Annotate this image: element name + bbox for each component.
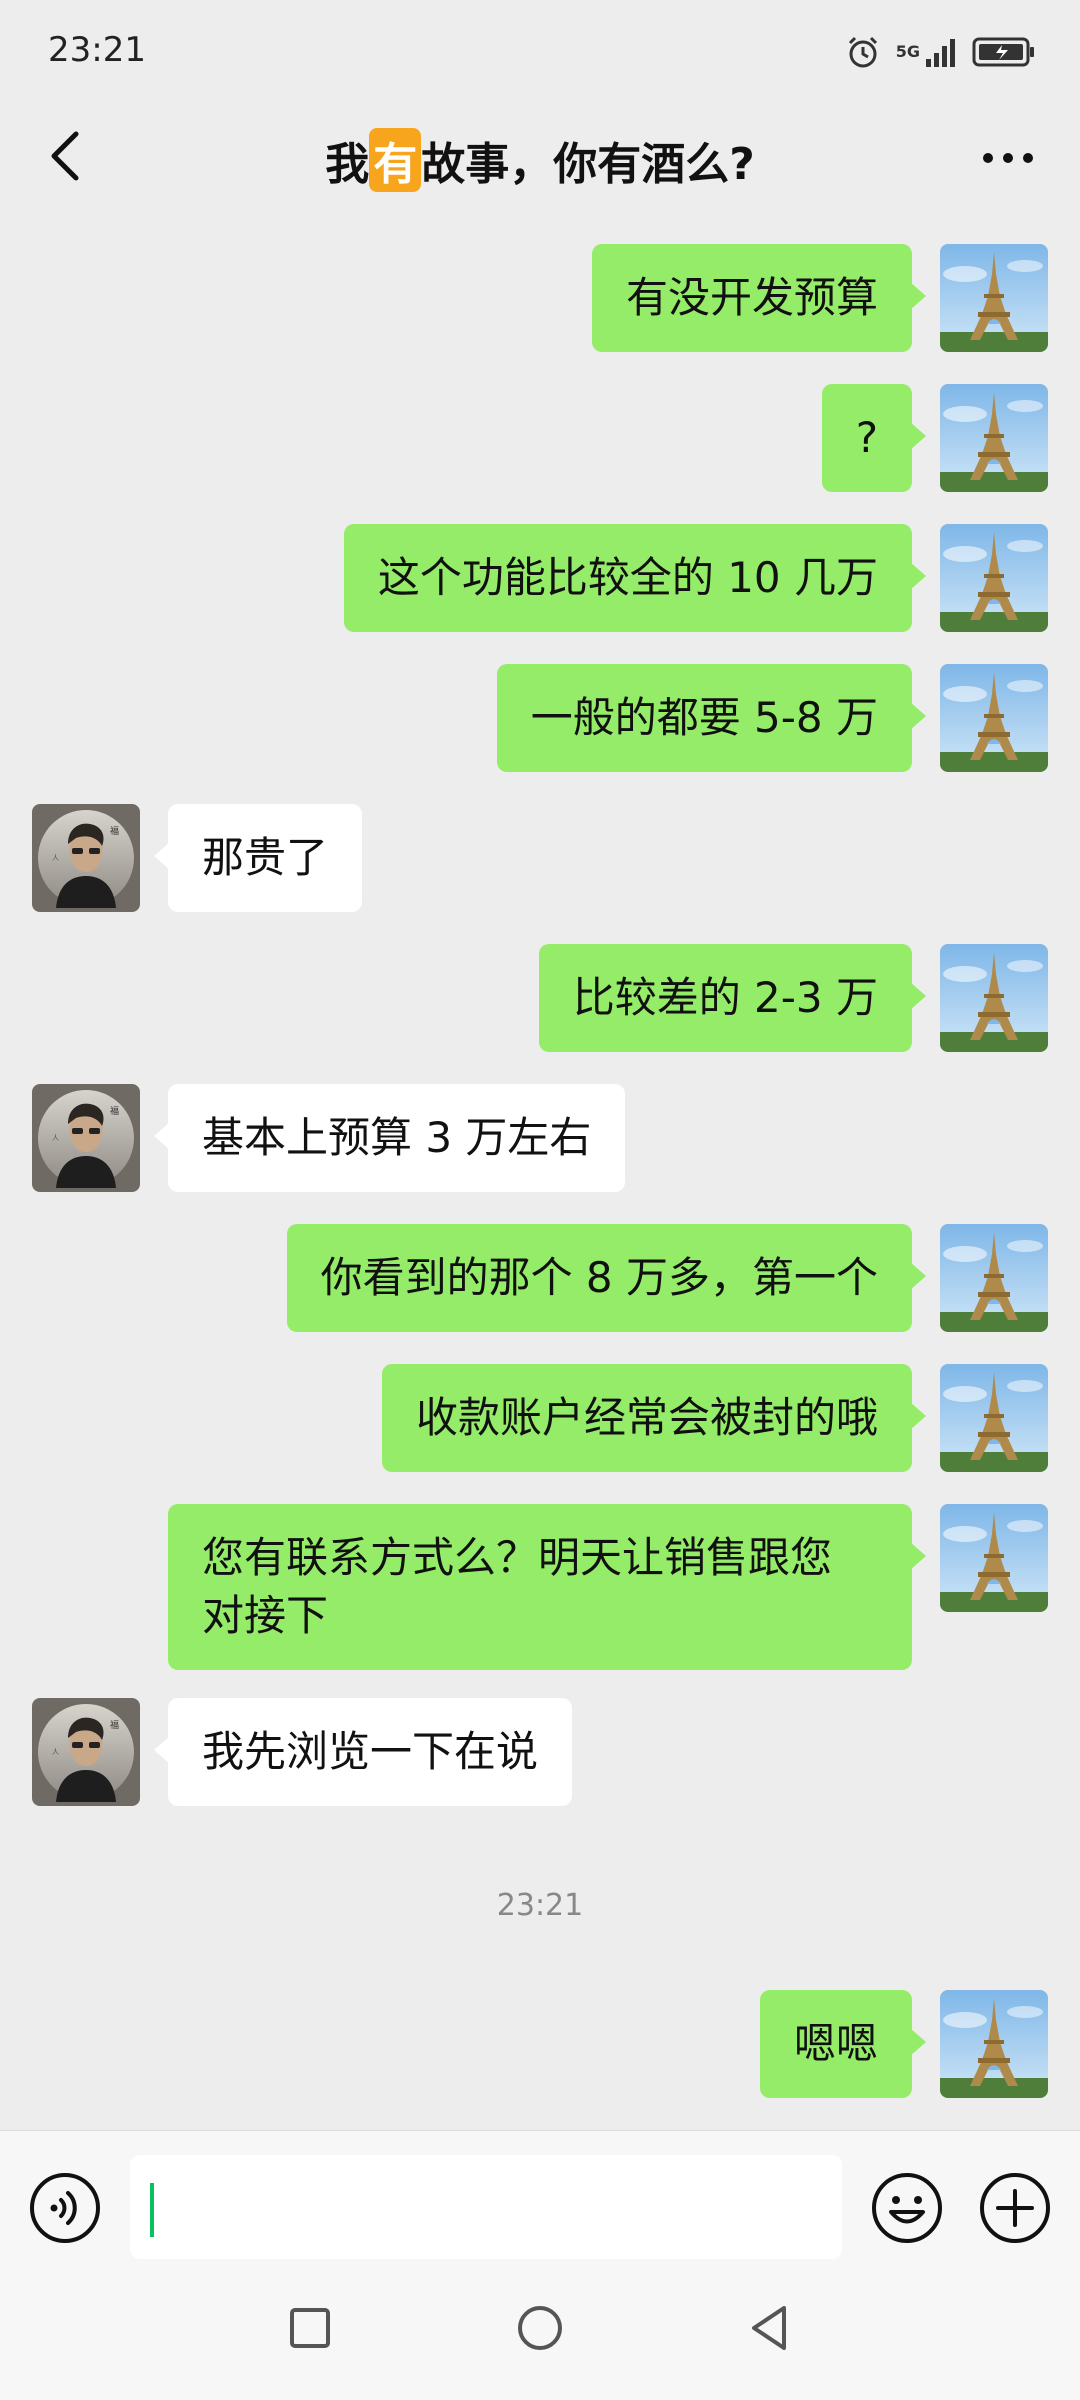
triangle-back-icon [752,2306,786,2350]
message-bubble-self[interactable]: 一般的都要 5-8 万 [496,664,927,772]
chat-title: 我有故事，你有酒么? [0,128,1080,192]
message-bubble-self[interactable]: 您有联系方式么？明天让销售跟您 对接下 [168,1504,926,1670]
network-type-label: 5G [895,42,920,61]
plus-icon [980,2173,1050,2243]
avatar-self[interactable] [940,1364,1048,1472]
alarm-icon [844,33,882,71]
message-bubble-contact[interactable]: 我先浏览一下在说 [153,1698,573,1806]
avatar-self[interactable] [940,1224,1048,1332]
message-bubble-self[interactable]: 收款账户经常会被封的哦 [381,1364,927,1472]
more-button[interactable] [976,130,1040,186]
emoji-icon [872,2173,942,2243]
chat-title-prefix: 我 [325,139,370,190]
input-bar [0,2130,1080,2270]
avatar-self[interactable] [940,944,1048,1052]
avatar-self[interactable] [940,244,1048,352]
message-input[interactable] [130,2155,842,2259]
emoji-button[interactable] [870,2171,944,2249]
avatar-contact[interactable] [32,1698,140,1806]
chat-title-suffix: 故事，你有酒么? [421,139,755,190]
nav-recent-button[interactable] [280,2298,340,2362]
avatar-self[interactable] [940,1990,1048,2098]
status-icons: 5G [844,30,1036,74]
battery-icon [972,35,1036,69]
chat-header: 我有故事，你有酒么? [0,100,1080,216]
message-bubble-self[interactable]: 有没开发预算 [591,244,927,352]
plus-button[interactable] [978,2171,1052,2249]
message-bubble-self[interactable]: 这个功能比较全的 10 几万 [343,524,927,632]
signal-icon: 5G [896,35,958,69]
avatar-self[interactable] [940,1504,1048,1612]
title-highlight-badge: 有 [369,128,422,192]
nav-home-button[interactable] [510,2298,570,2362]
avatar-self[interactable] [940,384,1048,492]
message-bubble-self[interactable]: 你看到的那个 8 万多，第一个 [286,1224,927,1332]
voice-button[interactable] [28,2171,102,2249]
circle-icon [518,2306,562,2350]
message-bubble-self[interactable]: 比较差的 2-3 万 [538,944,927,1052]
text-cursor [150,2183,154,2237]
message-timestamp: 23:21 [496,1888,584,1923]
message-bubble-self[interactable]: 嗯嗯 [759,1990,927,2098]
status-time: 23:21 [48,30,146,70]
status-bar: 23:21 5G [0,0,1080,100]
avatar-self[interactable] [940,524,1048,632]
avatar-contact[interactable] [32,804,140,912]
nav-back-button[interactable] [740,2298,800,2362]
system-nav-bar [0,2270,1080,2400]
message-bubble-self[interactable]: ? [821,384,927,492]
square-icon [290,2308,330,2348]
message-bubble-contact[interactable]: 基本上预算 3 万左右 [153,1084,626,1192]
avatar-contact[interactable] [32,1084,140,1192]
message-bubble-contact[interactable]: 那贵了 [153,804,363,912]
message-list[interactable]: 有没开发预算 ? 这个功能比较全的 10 几万 一般的都要 5-8 万 那贵了 … [0,216,1080,2130]
more-dots-icon [983,153,1033,163]
avatar-self[interactable] [940,664,1048,772]
voice-icon [30,2173,100,2243]
